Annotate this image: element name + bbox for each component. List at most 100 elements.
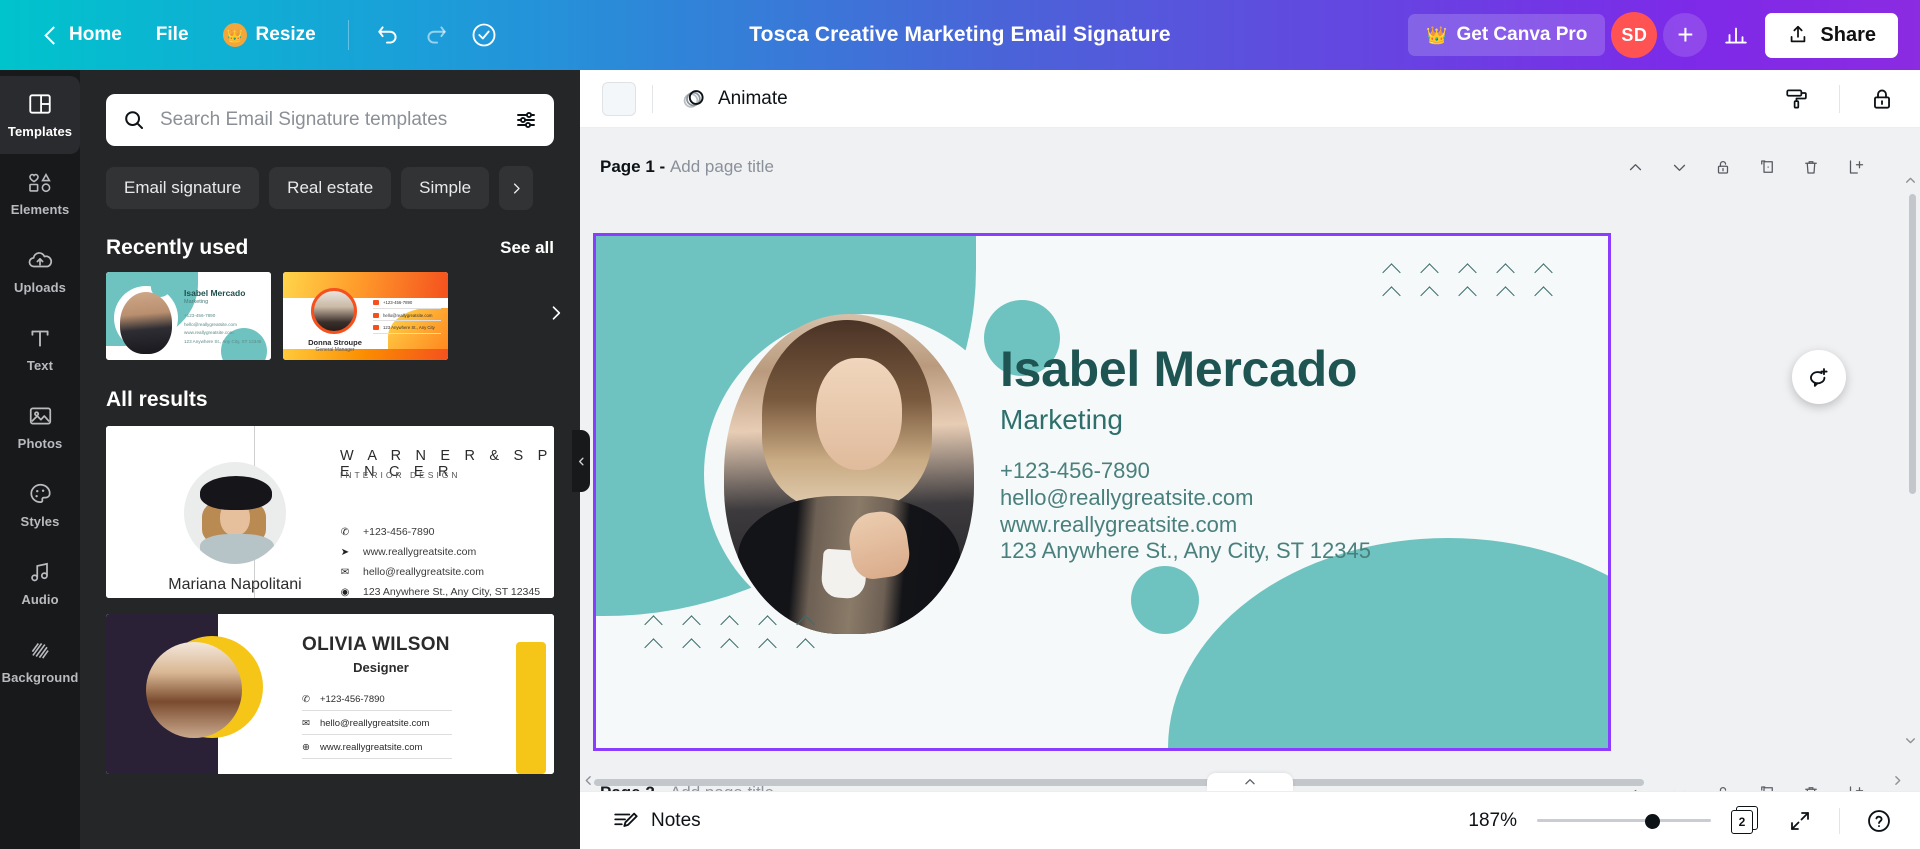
template-subtitle: INTERIOR DESIGN (340, 470, 461, 480)
sidebar-item-text[interactable]: Text (0, 310, 80, 388)
page-1-tools (1618, 150, 1872, 184)
scroll-right-arrow[interactable] (1891, 774, 1904, 790)
phone-icon (373, 300, 379, 305)
page-count-button[interactable]: 2 (1731, 805, 1761, 836)
chips-next-button[interactable] (499, 166, 534, 210)
zoom-slider[interactable] (1537, 812, 1711, 830)
email-icon: ✉ (340, 566, 350, 578)
zoom-slider-knob[interactable] (1645, 813, 1660, 829)
canvas-vertical-scrollbar[interactable] (1909, 194, 1916, 782)
filter-sliders-icon[interactable] (514, 108, 538, 132)
design-canvas-page-1[interactable]: Isabel Mercado Marketing +123-456-7890 h… (593, 233, 1611, 751)
contact-row: ✆ +123-456-7890 (302, 694, 452, 711)
design-role-text[interactable]: Marketing (1000, 404, 1123, 436)
decor-face (816, 358, 902, 470)
chevron-up-icon (1420, 287, 1442, 298)
chevron-up-icon (644, 639, 666, 650)
redo-button[interactable] (413, 12, 459, 58)
design-email-text[interactable]: hello@reallygreatsite.com (1000, 485, 1371, 512)
animate-button[interactable]: Animate (669, 78, 800, 120)
move-page-up-button[interactable] (1618, 150, 1652, 184)
insights-button[interactable] (1713, 12, 1759, 58)
sidebar-item-templates[interactable]: Templates (0, 76, 80, 154)
file-menu-button[interactable]: File (140, 15, 205, 55)
animate-circles-icon (683, 89, 704, 108)
page-title-input[interactable]: Add page title (670, 157, 774, 176)
search-box[interactable] (106, 94, 554, 146)
contact-row: ✆ +123-456-7890 (340, 526, 540, 538)
sidebar-item-label: Audio (21, 592, 59, 607)
portrait-photo (184, 462, 286, 564)
chip-simple[interactable]: Simple (401, 167, 490, 209)
scrollbar-thumb[interactable] (1909, 194, 1916, 494)
notes-button[interactable]: Notes (602, 801, 711, 841)
chevron-up-icon (1245, 779, 1255, 785)
lock-button[interactable] (1860, 77, 1904, 121)
design-contact-block[interactable]: +123-456-7890 hello@reallygreatsite.com … (1000, 458, 1371, 565)
decor-gradient-top (283, 272, 448, 298)
top-bar-right-group: 👑 Get Canva Pro SD + Share (1408, 0, 1920, 70)
bottom-bar-collapse-tab[interactable] (1207, 773, 1293, 791)
result-template-olivia[interactable]: OLIVIA WILSON Designer ✆ +123-456-7890 ✉… (106, 614, 554, 774)
canvas-scroll-area[interactable]: Page 1 - Add page title Isabel Mercado M… (580, 128, 1920, 792)
add-page-button[interactable] (1838, 150, 1872, 184)
chip-real-estate[interactable]: Real estate (269, 167, 392, 209)
search-input[interactable] (160, 109, 500, 131)
move-page-down-button[interactable] (1662, 150, 1696, 184)
paint-roller-button[interactable] (1775, 77, 1819, 121)
duplicate-icon (1761, 160, 1773, 173)
template-contact: ✆ +123-456-7890 ✉ hello@reallygreatsite.… (302, 694, 452, 766)
add-member-button[interactable]: + (1663, 13, 1708, 57)
avatar[interactable]: SD (1611, 12, 1658, 58)
zoom-level-label[interactable]: 187% (1468, 810, 1517, 832)
scroll-up-arrow[interactable] (1904, 174, 1917, 190)
design-address-text[interactable]: 123 Anywhere St., Any City, ST 12345 (1000, 538, 1371, 565)
saved-status-button[interactable] (461, 12, 507, 58)
color-swatch-button[interactable] (602, 81, 636, 116)
recently-used-list: Isabel Mercado Marketing +123-456-7890 h… (80, 272, 580, 360)
duplicate-page-button[interactable] (1750, 150, 1784, 184)
add-comment-button[interactable] (1792, 350, 1846, 404)
chip-email-signature[interactable]: Email signature (106, 167, 260, 209)
scroll-left-arrow[interactable] (582, 774, 595, 790)
phone-icon: ✆ (302, 694, 310, 705)
recent-template-isabel[interactable]: Isabel Mercado Marketing +123-456-7890 h… (106, 272, 271, 360)
result-template-warner[interactable]: W A R N E R & S P E N C E R INTERIOR DES… (106, 426, 554, 598)
help-button[interactable] (1860, 802, 1898, 840)
template-email: hello@reallygreatsite.com (383, 312, 433, 318)
document-title[interactable]: Tosca Creative Marketing Email Signature (749, 23, 1170, 47)
scrollbar-thumb[interactable] (594, 779, 1644, 786)
sidebar-item-elements[interactable]: Elements (0, 154, 80, 232)
recently-used-next-button[interactable] (546, 302, 566, 330)
template-role: Marketing (184, 299, 209, 305)
chevron-left-icon (578, 457, 584, 465)
chevron-up-icon (644, 616, 666, 627)
sidebar-item-audio[interactable]: Audio (0, 544, 80, 622)
top-bar-left-group: Home File 👑 Resize (0, 0, 507, 70)
recent-template-donna[interactable]: Donna Stroupe General Manager +123-456-7… (283, 272, 448, 360)
recently-used-title: Recently used (106, 236, 249, 259)
see-all-link[interactable]: See all (500, 238, 554, 258)
sidebar-item-photos[interactable]: Photos (0, 388, 80, 466)
share-button[interactable]: Share (1765, 12, 1898, 58)
template-email: hello@reallygreatsite.com (319, 718, 430, 729)
sidebar-item-uploads[interactable]: Uploads (0, 232, 80, 310)
chevron-row (1382, 264, 1556, 275)
lock-page-button[interactable] (1706, 150, 1740, 184)
fullscreen-button[interactable] (1781, 802, 1819, 840)
home-button[interactable]: Home (24, 15, 138, 55)
share-label: Share (1820, 23, 1876, 46)
panel-collapse-handle[interactable] (572, 430, 590, 492)
design-website-text[interactable]: www.reallygreatsite.com (1000, 512, 1371, 539)
design-name-text[interactable]: Isabel Mercado (1000, 344, 1357, 394)
sidebar-item-background[interactable]: Background (0, 622, 80, 700)
delete-page-button[interactable] (1794, 150, 1828, 184)
design-phone-text[interactable]: +123-456-7890 (1000, 458, 1371, 485)
get-canva-pro-button[interactable]: 👑 Get Canva Pro (1408, 14, 1606, 56)
bar-chart-icon (1725, 27, 1748, 44)
resize-button[interactable]: 👑 Resize (207, 14, 332, 56)
portrait-photo[interactable] (724, 314, 974, 634)
scroll-down-arrow[interactable] (1904, 734, 1917, 750)
undo-button[interactable] (365, 12, 411, 58)
sidebar-item-styles[interactable]: Styles (0, 466, 80, 544)
